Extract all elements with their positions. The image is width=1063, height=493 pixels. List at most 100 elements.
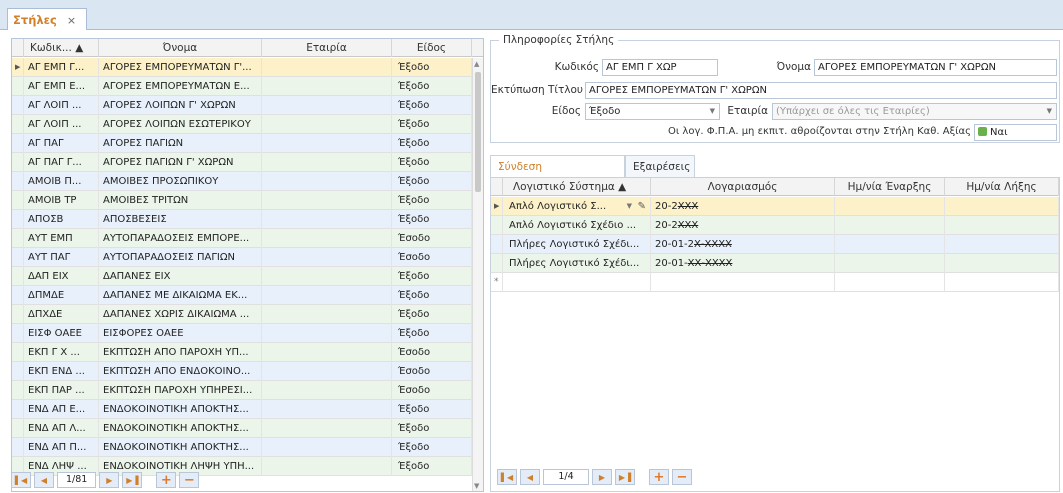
cell-type[interactable]: Έξοδο [392, 172, 472, 191]
cell-name[interactable]: ΕΝΔΟΚΟΙΝΟΤΙΚΗ ΑΠΟΚΤΗΣ... [99, 438, 262, 457]
table-row[interactable]: ▶ Απλό Λογιστικό Σ... ▼ ✎ 20-2ΧΧΧ [491, 197, 1059, 216]
cell-type[interactable]: Έσοδο [392, 381, 472, 400]
cell-type[interactable]: Έξοδο [392, 305, 472, 324]
header-end-date[interactable]: Ημ/νία Λήξης [945, 178, 1059, 196]
first-record-button[interactable]: ▌◀ [11, 472, 31, 488]
name-field[interactable]: ΑΓΟΡΕΣ ΕΜΠΟΡΕΥΜΑΤΩΝ Γ' ΧΩΡΩΝ [814, 59, 1057, 76]
cell-account[interactable]: 20-2ΧΧΧ [651, 216, 835, 235]
cell-name[interactable]: ΑΓΟΡΕΣ ΠΑΓΙΩΝ [99, 134, 262, 153]
cell-name[interactable]: ΑΜΟΙΒΕΣ ΤΡΙΤΩΝ [99, 191, 262, 210]
cell-end-date[interactable] [945, 254, 1059, 273]
cell-accounting-system[interactable]: Πλήρες Λογιστικό Σχέδι... [503, 254, 651, 273]
scroll-up-icon[interactable]: ▲ [474, 60, 479, 68]
cell-account[interactable]: 20-01-ΧΧ-ΧΧΧΧ [651, 254, 835, 273]
cell-company[interactable] [262, 77, 392, 96]
cell-code[interactable]: ΔΑΠ ΕΙΧ [24, 267, 99, 286]
cell-company[interactable] [262, 362, 392, 381]
table-row[interactable]: ΕΝΔ ΑΠ Λ... ΕΝΔΟΚΟΙΝΟΤΙΚΗ ΑΠΟΚΤΗΣ... Έξοδο [12, 419, 472, 438]
cell-type[interactable]: Έξοδο [392, 134, 472, 153]
header-start-date[interactable]: Ημ/νία Έναρξης [835, 178, 945, 196]
header-name[interactable]: Όνομα [99, 39, 262, 57]
chevron-down-icon[interactable]: ▼ [627, 197, 632, 216]
table-row[interactable]: ΑΓ ΠΑΓ Γ... ΑΓΟΡΕΣ ΠΑΓΙΩΝ Γ' ΧΩΡΩΝ Έξοδο [12, 153, 472, 172]
first-record-button[interactable]: ▌◀ [497, 469, 517, 485]
cell-name[interactable]: ΔΑΠΑΝΕΣ ΕΙΧ [99, 267, 262, 286]
header-company[interactable]: Εταιρία [262, 39, 392, 57]
tab-exceptions[interactable]: Εξαιρέσεις [625, 155, 695, 177]
cell-code[interactable]: ΔΠΜΔΕ [24, 286, 99, 305]
cell-name[interactable]: ΕΚΠΤΩΣΗ ΠΑΡΟΧΗ ΥΠΗΡΕΣΙ... [99, 381, 262, 400]
table-row[interactable]: ΕΚΠ ΠΑΡ ... ΕΚΠΤΩΣΗ ΠΑΡΟΧΗ ΥΠΗΡΕΣΙ... Έσοδ… [12, 381, 472, 400]
new-row-cell[interactable] [503, 273, 651, 292]
new-row-cell[interactable] [945, 273, 1059, 292]
vertical-scrollbar[interactable]: ▲ ▼ [472, 58, 483, 491]
cell-start-date[interactable] [835, 197, 945, 216]
cell-type[interactable]: Έξοδο [392, 419, 472, 438]
last-record-button[interactable]: ▶▐ [122, 472, 143, 488]
cell-type[interactable]: Έξοδο [392, 210, 472, 229]
table-row[interactable]: ΕΝΔ ΑΠ Π... ΕΝΔΟΚΟΙΝΟΤΙΚΗ ΑΠΟΚΤΗΣ... Έξοδο [12, 438, 472, 457]
pencil-icon[interactable]: ✎ [638, 197, 646, 216]
cell-name[interactable]: ΔΑΠΑΝΕΣ ΜΕ ΔΙΚΑΙΩΜΑ ΕΚ... [99, 286, 262, 305]
cell-start-date[interactable] [835, 235, 945, 254]
cell-type[interactable]: Έξοδο [392, 77, 472, 96]
table-row[interactable]: ΔΠΜΔΕ ΔΑΠΑΝΕΣ ΜΕ ΔΙΚΑΙΩΜΑ ΕΚ... Έξοδο [12, 286, 472, 305]
new-row-cell[interactable] [835, 273, 945, 292]
cell-company[interactable] [262, 172, 392, 191]
cell-type[interactable]: Έξοδο [392, 153, 472, 172]
table-row[interactable]: ΑΓ ΛΟΙΠ ... ΑΓΟΡΕΣ ΛΟΙΠΩΝ ΕΣΩΤΕΡΙΚΟΥ Έξοδο [12, 115, 472, 134]
tab-stiles[interactable]: Στήλες × [7, 8, 87, 31]
cell-company[interactable] [262, 286, 392, 305]
header-type[interactable]: Είδος [392, 39, 472, 57]
table-row[interactable]: ΔΑΠ ΕΙΧ ΔΑΠΑΝΕΣ ΕΙΧ Έξοδο [12, 267, 472, 286]
cell-code[interactable]: ΑΓ ΠΑΓ Γ... [24, 153, 99, 172]
cell-name[interactable]: ΑΓΟΡΕΣ ΛΟΙΠΩΝ ΕΣΩΤΕΡΙΚΟΥ [99, 115, 262, 134]
table-row[interactable]: ▶ ΑΓ ΕΜΠ Γ... ΑΓΟΡΕΣ ΕΜΠΟΡΕΥΜΑΤΩΝ Γ'... Έξο… [12, 58, 472, 77]
cell-code[interactable]: ΕΝΔ ΑΠ Π... [24, 438, 99, 457]
cell-code[interactable]: ΑΜΟΙΒ Π... [24, 172, 99, 191]
table-row[interactable]: ΕΝΔ ΑΠ Ε... ΕΝΔΟΚΟΙΝΟΤΙΚΗ ΑΠΟΚΤΗΣ... Έξοδο [12, 400, 472, 419]
cell-type[interactable]: Έσοδο [392, 248, 472, 267]
cell-company[interactable] [262, 400, 392, 419]
cell-code[interactable]: ΕΚΠ ΠΑΡ ... [24, 381, 99, 400]
table-row[interactable]: Πλήρες Λογιστικό Σχέδι... 20-01-2Χ-ΧΧΧΧ [491, 235, 1059, 254]
cell-name[interactable]: ΔΑΠΑΝΕΣ ΧΩΡΙΣ ΔΙΚΑΙΩΜΑ ... [99, 305, 262, 324]
cell-name[interactable]: ΑΓΟΡΕΣ ΕΜΠΟΡΕΥΜΑΤΩΝ Ε... [99, 77, 262, 96]
cell-code[interactable]: ΑΠΟΣΒ [24, 210, 99, 229]
cell-type[interactable]: Έξοδο [392, 324, 472, 343]
cell-accounting-system[interactable]: Πλήρες Λογιστικό Σχέδι... [503, 235, 651, 254]
cell-code[interactable]: ΑΥΤ ΠΑΓ [24, 248, 99, 267]
table-row[interactable]: ΕΚΠ Γ Χ ... ΕΚΠΤΩΣΗ ΑΠΟ ΠΑΡΟΧΗ ΥΠ... Έσοδο [12, 343, 472, 362]
cell-code[interactable]: ΑΓ ΕΜΠ Ε... [24, 77, 99, 96]
cell-type[interactable]: Έξοδο [392, 267, 472, 286]
table-row[interactable]: ΑΥΤ ΕΜΠ ΑΥΤΟΠΑΡΑΔΟΣΕΙΣ ΕΜΠΟΡΕ... Έσοδο [12, 229, 472, 248]
cell-end-date[interactable] [945, 235, 1059, 254]
cell-company[interactable] [262, 419, 392, 438]
cell-company[interactable] [262, 343, 392, 362]
cell-type[interactable]: Έξοδο [392, 191, 472, 210]
scroll-down-icon[interactable]: ▼ [474, 482, 479, 490]
new-row-cell[interactable] [651, 273, 835, 292]
cell-code[interactable]: ΑΓ ΠΑΓ [24, 134, 99, 153]
cell-name[interactable]: ΕΙΣΦΟΡΕΣ ΟΑΕΕ [99, 324, 262, 343]
table-row[interactable]: ΕΙΣΦ ΟΑΕΕ ΕΙΣΦΟΡΕΣ ΟΑΕΕ Έξοδο [12, 324, 472, 343]
cell-type[interactable]: Έξοδο [392, 58, 472, 77]
cell-company[interactable] [262, 324, 392, 343]
cell-code[interactable]: ΑΓ ΛΟΙΠ ... [24, 115, 99, 134]
chevron-down-icon[interactable]: ▼ [1047, 104, 1052, 119]
cell-company[interactable] [262, 134, 392, 153]
cell-code[interactable]: ΑΓ ΕΜΠ Γ... [24, 58, 99, 77]
cell-company[interactable] [262, 58, 392, 77]
prev-record-button[interactable]: ◀ [520, 469, 540, 485]
new-row[interactable]: * [491, 273, 1059, 292]
delete-record-button[interactable]: − [179, 472, 200, 488]
chevron-down-icon[interactable]: ▼ [710, 104, 715, 119]
delete-record-button[interactable]: − [672, 469, 692, 485]
scroll-thumb[interactable] [475, 72, 481, 192]
header-account[interactable]: Λογαριασμός [651, 178, 835, 196]
cell-type[interactable]: Έσοδο [392, 343, 472, 362]
cell-code[interactable]: ΑΥΤ ΕΜΠ [24, 229, 99, 248]
cell-name[interactable]: ΑΠΟΣΒΕΣΕΙΣ [99, 210, 262, 229]
add-record-button[interactable]: + [649, 469, 669, 485]
cell-company[interactable] [262, 210, 392, 229]
